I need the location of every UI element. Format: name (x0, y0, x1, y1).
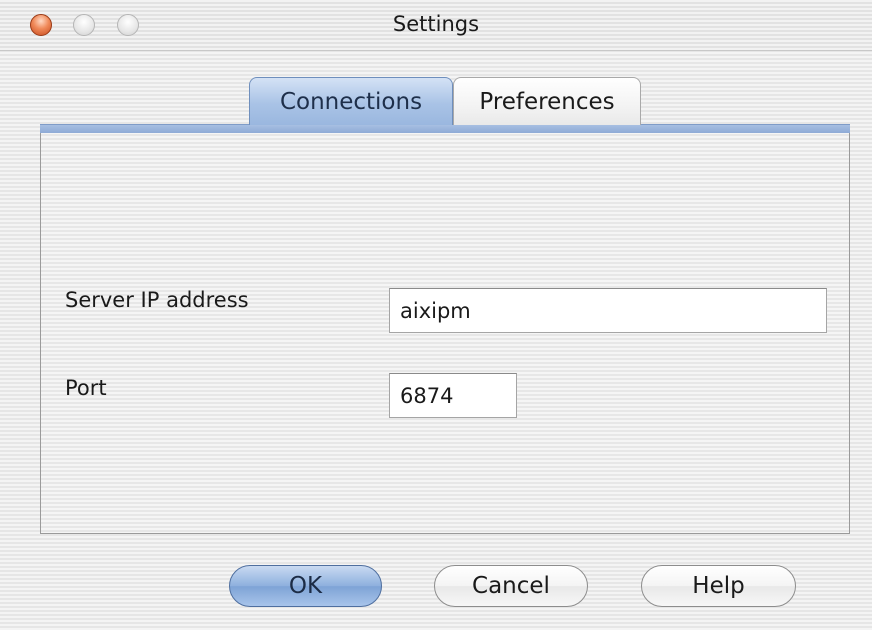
ok-button-label: OK (288, 573, 323, 599)
window-title: Settings (392, 12, 480, 36)
server-ip-input[interactable] (389, 288, 827, 333)
tab-connections[interactable]: Connections (249, 77, 453, 125)
tab-preferences-label: Preferences (479, 88, 615, 115)
connections-panel: Server IP address Port (40, 132, 850, 534)
server-ip-label: Server IP address (65, 288, 249, 312)
settings-window: Settings Connections Preferences Server … (0, 0, 872, 630)
port-label: Port (65, 376, 107, 400)
help-button-label: Help (692, 573, 745, 599)
title-bar[interactable]: Settings (0, 0, 872, 51)
tab-preferences[interactable]: Preferences (453, 77, 641, 125)
help-button[interactable]: Help (641, 565, 796, 607)
cancel-button[interactable]: Cancel (434, 565, 588, 607)
tab-connections-label: Connections (279, 88, 423, 115)
cancel-button-label: Cancel (472, 573, 550, 599)
ok-button[interactable]: OK (229, 565, 382, 607)
port-input[interactable] (389, 373, 517, 418)
tab-strip (40, 124, 850, 133)
